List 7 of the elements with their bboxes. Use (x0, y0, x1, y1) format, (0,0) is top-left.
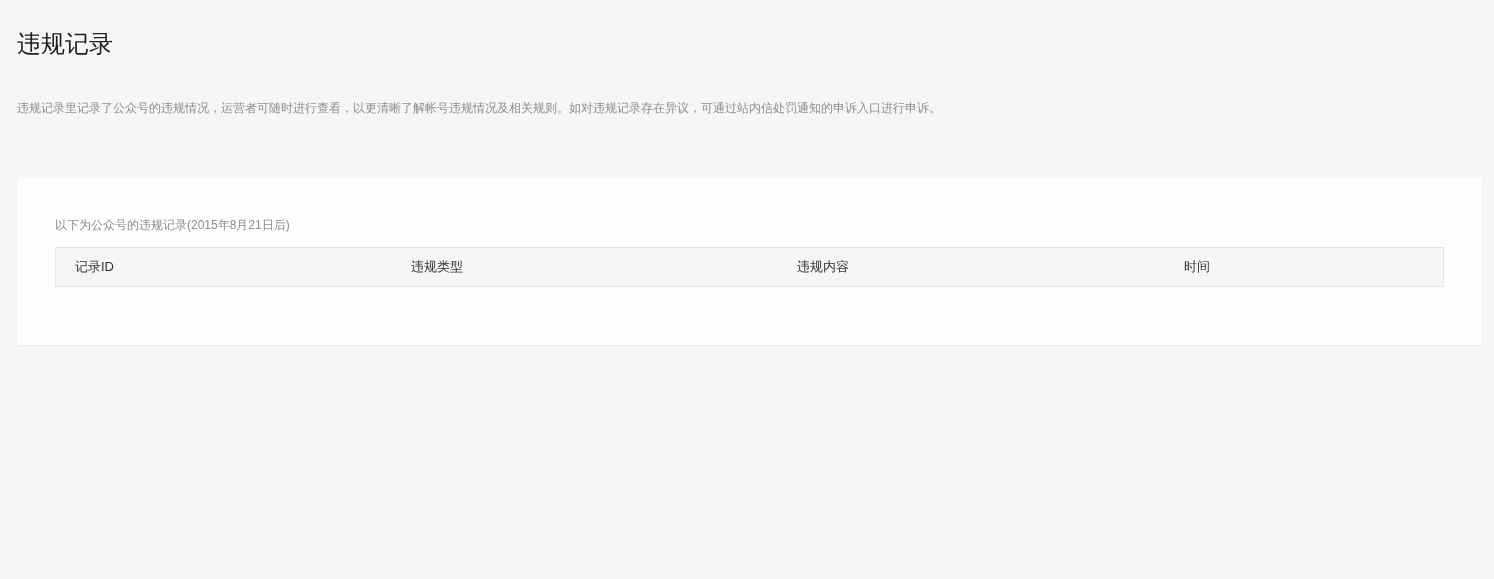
column-header: 违规内容 (795, 258, 849, 276)
page-description: 违规记录里记录了公众号的违规情况，运营者可随时进行查看，以更清晰了解帐号违规情况及相关规则。如对违规记录存在异议，可通过站内信处罚通知的申诉入口进行申诉。 (17, 100, 942, 117)
page-title: 违规记录 (17, 29, 114, 59)
records-caption: 以下为公众号的违规记录(2015年8月21日后) (55, 217, 291, 234)
column-header: 记录ID (74, 258, 114, 276)
column-header: 违规类型 (409, 258, 463, 276)
column-header: 时间 (1183, 258, 1211, 276)
